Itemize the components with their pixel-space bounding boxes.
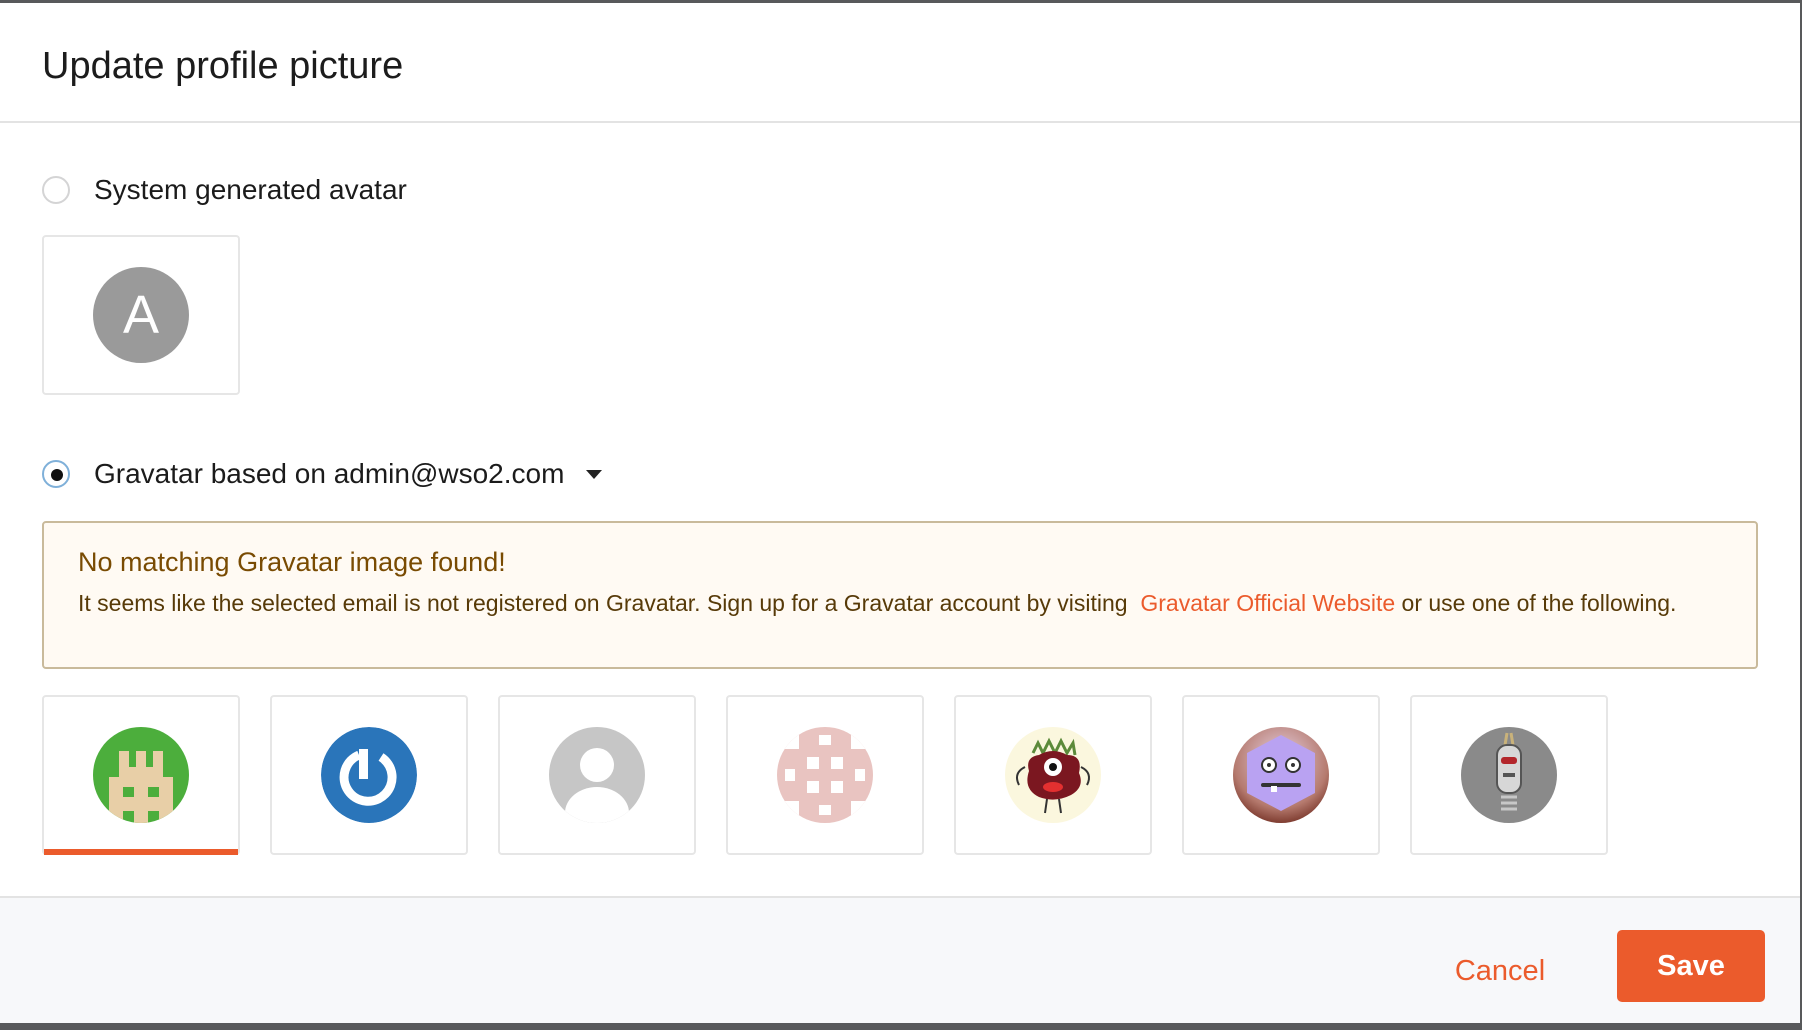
- modal-header: Update profile picture: [0, 3, 1800, 123]
- retro-castle-icon: [93, 727, 189, 823]
- warning-title: No matching Gravatar image found!: [78, 547, 506, 577]
- gravatar-radio[interactable]: [42, 460, 70, 488]
- system-avatar-label: System generated avatar: [94, 174, 407, 205]
- initial-avatar: A: [93, 267, 189, 363]
- identicon-pattern-icon: [777, 727, 873, 823]
- gravatar-option[interactable]: Gravatar based on admin@wso2.com: [42, 458, 603, 490]
- monster-face-icon: [1005, 727, 1101, 823]
- gravatar-label: Gravatar based on admin@wso2.com: [94, 458, 565, 489]
- gravatar-option-robot[interactable]: [1410, 695, 1608, 855]
- gravatar-website-link[interactable]: Gravatar Official Website: [1140, 590, 1395, 616]
- update-profile-picture-modal: Update profile picture System generated …: [0, 3, 1800, 1023]
- save-button[interactable]: Save: [1617, 930, 1765, 1002]
- modal-title: Update profile picture: [42, 45, 404, 87]
- gravatar-option-retro[interactable]: [42, 695, 240, 855]
- gravatar-option-wavatar[interactable]: [1182, 695, 1380, 855]
- system-avatar-card[interactable]: A: [42, 235, 240, 395]
- gravatar-option-logo[interactable]: [270, 695, 468, 855]
- gravatar-logo-icon: [321, 727, 417, 823]
- gravatar-option-identicon[interactable]: [726, 695, 924, 855]
- warning-text-before: It seems like the selected email is not …: [78, 590, 1128, 616]
- mystery-person-icon: [549, 727, 645, 823]
- robot-face-icon: [1461, 727, 1557, 823]
- gravatar-option-mystery[interactable]: [498, 695, 696, 855]
- wavatar-face-icon: [1233, 727, 1329, 823]
- gravatar-warning-message: No matching Gravatar image found! It see…: [42, 521, 1758, 669]
- system-avatar-option[interactable]: System generated avatar: [42, 174, 407, 206]
- system-avatar-radio[interactable]: [42, 176, 70, 204]
- modal-footer: Cancel Save: [0, 896, 1800, 1023]
- warning-text-after: or use one of the following.: [1401, 590, 1677, 616]
- cancel-button[interactable]: Cancel: [1440, 938, 1560, 1004]
- caret-down-icon[interactable]: [586, 469, 603, 479]
- warning-text: It seems like the selected email is not …: [78, 586, 1722, 620]
- gravatar-option-monster[interactable]: [954, 695, 1152, 855]
